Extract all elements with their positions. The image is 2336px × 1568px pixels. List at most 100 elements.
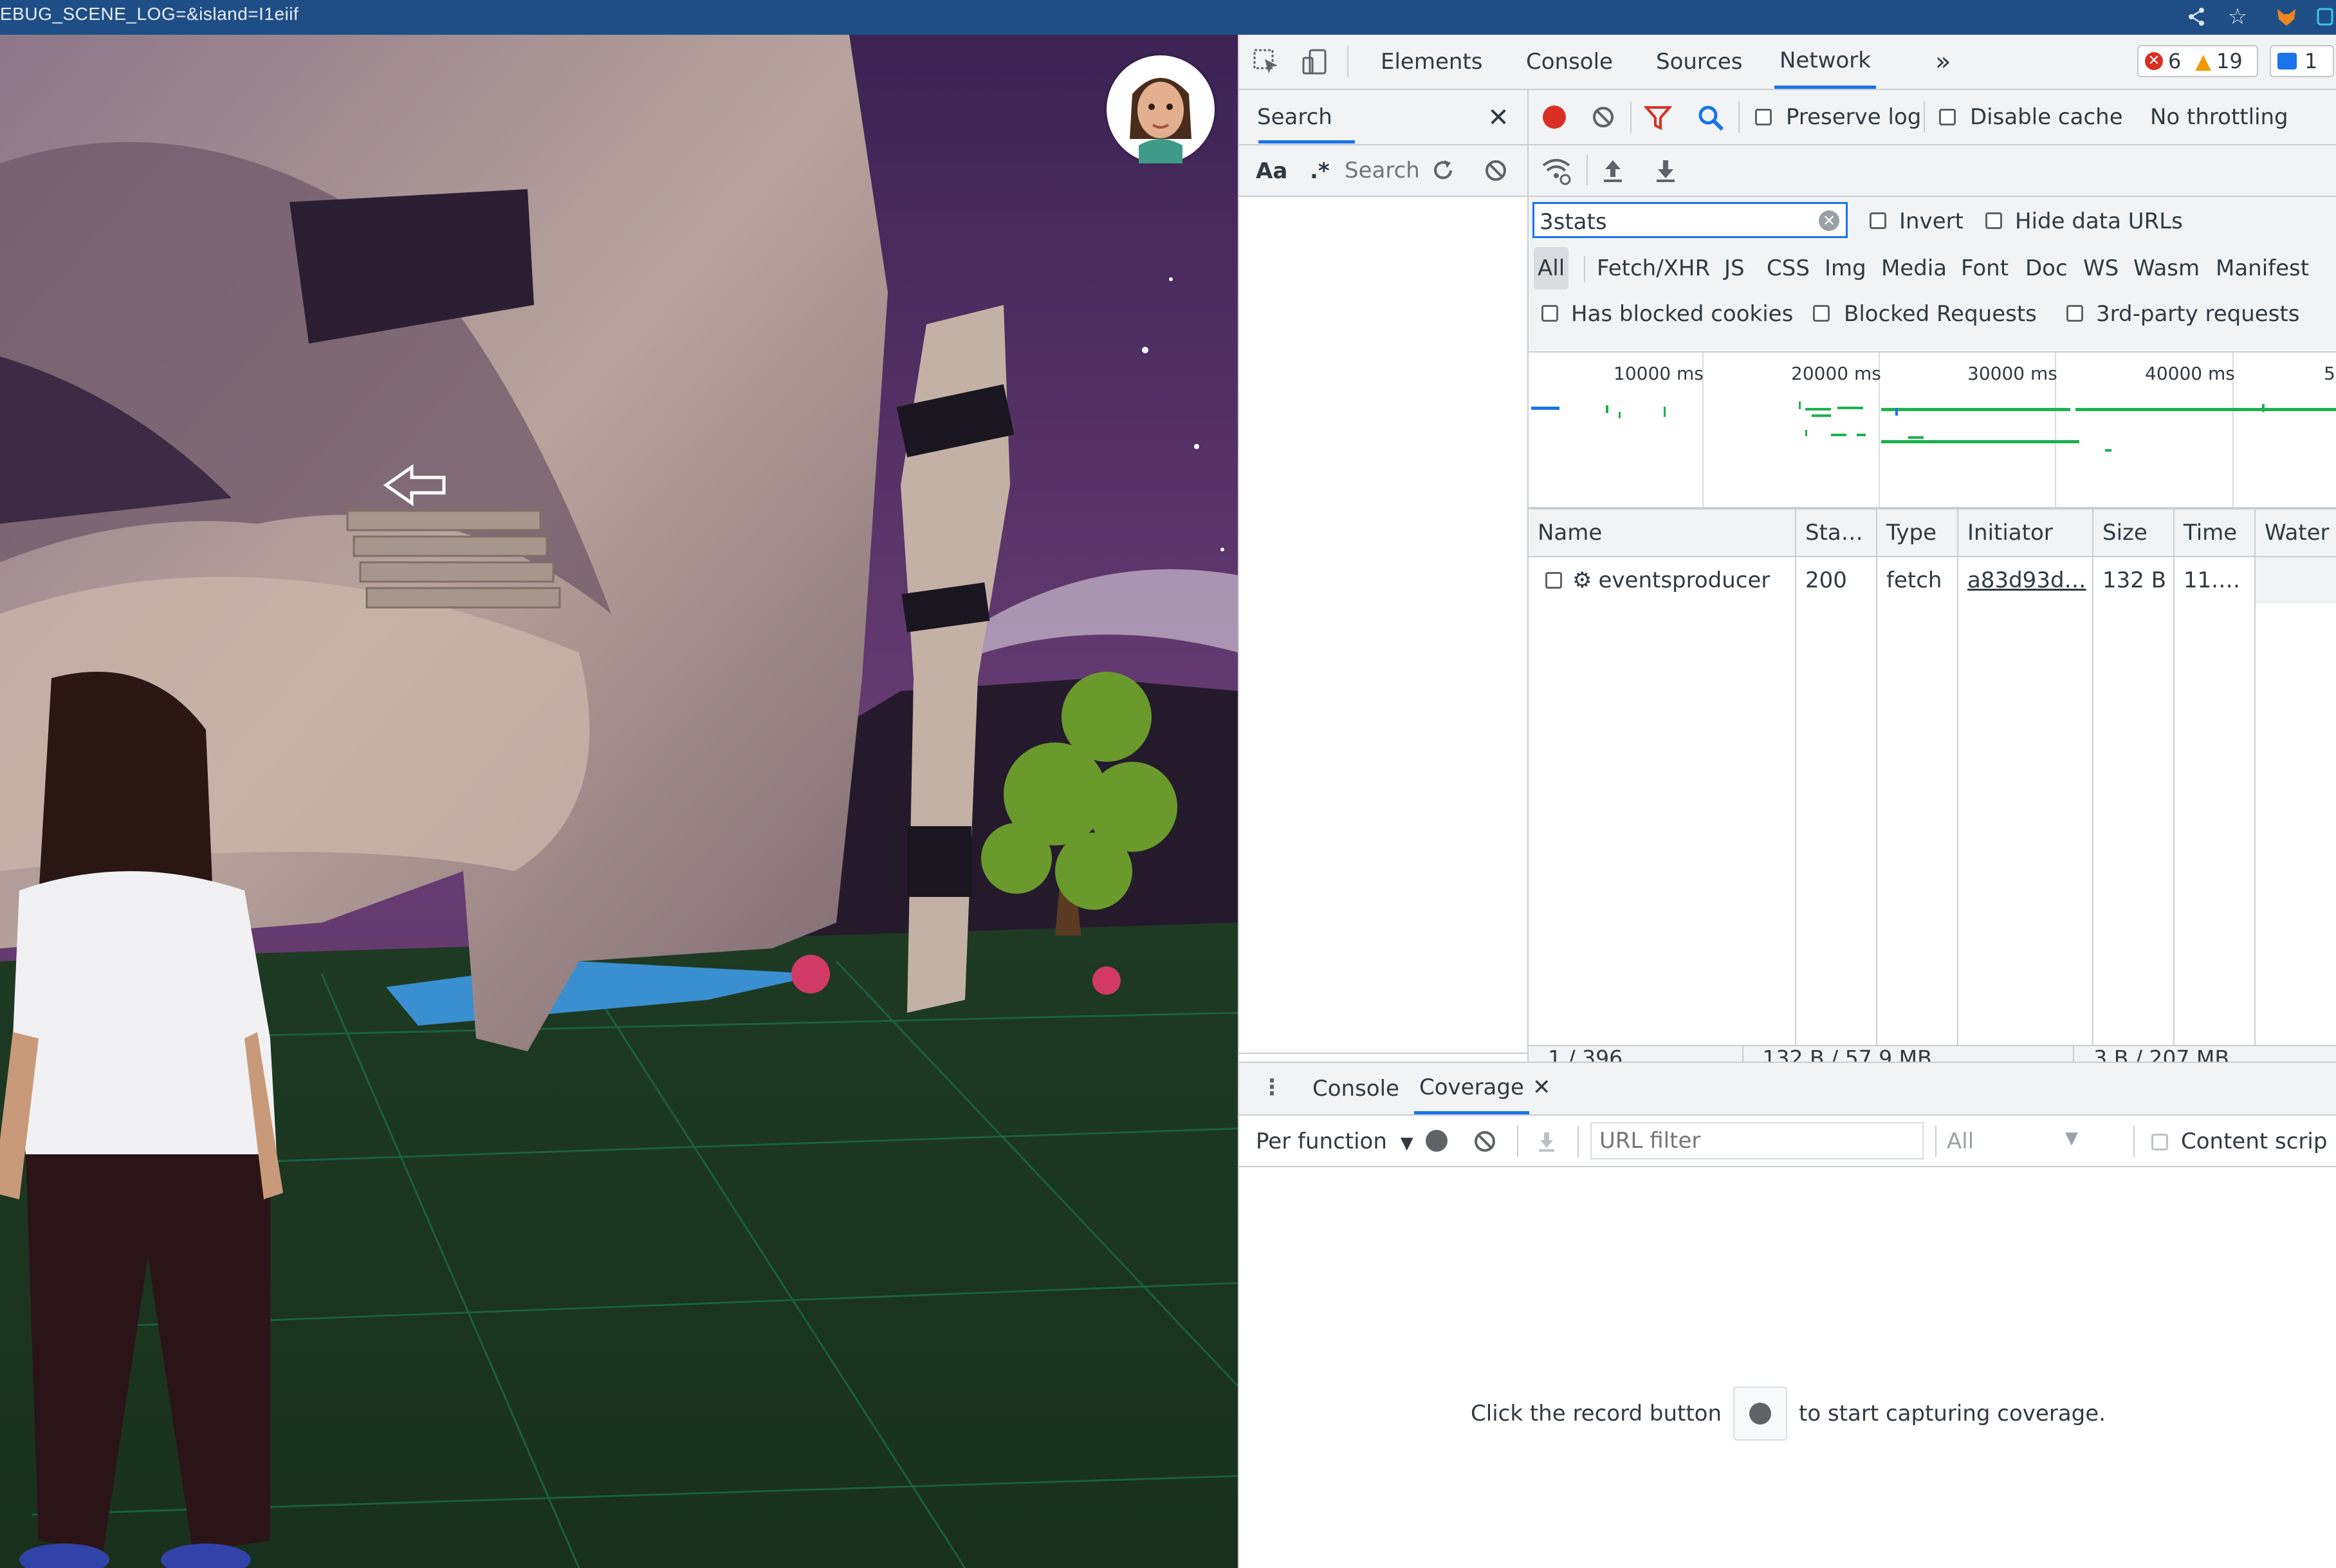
network-conditions-icon[interactable] [1539, 153, 1574, 188]
request-type: fetch [1877, 557, 1958, 604]
device-toolbar-icon[interactable] [1297, 44, 1333, 80]
refresh-icon[interactable] [1427, 154, 1459, 187]
filter-input[interactable]: 3stats [1540, 209, 1607, 235]
invert-checkbox[interactable] [1870, 212, 1886, 229]
type-filter-manifest[interactable]: Manifest [2212, 247, 2313, 290]
drawer-menu-icon[interactable]: ⋮ [1261, 1075, 1283, 1100]
record-icon[interactable] [1543, 106, 1566, 129]
avatar-face-icon [1130, 78, 1191, 163]
close-coverage-icon[interactable]: ✕ [1532, 1075, 1551, 1100]
record-circle-icon [1749, 1403, 1772, 1425]
game-scene [0, 35, 1238, 1568]
column-header-size[interactable]: Size [2093, 510, 2175, 556]
error-icon: ✕ [2145, 52, 2163, 70]
type-divider [1584, 256, 1585, 282]
column-header-name[interactable]: Name [1529, 510, 1796, 556]
type-filter-doc[interactable]: Doc [2021, 247, 2072, 290]
type-select[interactable]: All ▼ [1947, 1129, 2078, 1154]
type-filter-ws[interactable]: WS [2079, 247, 2122, 290]
request-initiator-link[interactable]: a83d93d… [1958, 557, 2093, 604]
preserve-log-checkbox[interactable] [1755, 109, 1772, 125]
extension-icon[interactable] [2313, 3, 2336, 31]
request-name-cell[interactable]: ⚙ eventsproducer [1529, 557, 1796, 604]
search-panel-bottom-border [1239, 1053, 1527, 1054]
record-coverage-icon[interactable] [1426, 1130, 1448, 1152]
search-panel-title: Search [1257, 104, 1332, 130]
filter-input-box[interactable]: 3stats ✕ [1532, 202, 1848, 238]
column-header-status[interactable]: Sta… [1796, 510, 1877, 556]
empty-message-end: to start capturing coverage. [1799, 1401, 2106, 1426]
profile-avatar[interactable] [1107, 55, 1215, 163]
search-icon[interactable] [1695, 102, 1727, 134]
toolbar-divider [1630, 102, 1632, 133]
content-scripts-checkbox[interactable] [2151, 1134, 2168, 1150]
type-filter-all[interactable]: All [1534, 247, 1569, 290]
column-header-initiator[interactable]: Initiator [1958, 510, 2093, 556]
timeline-overview[interactable]: 10000 ms 20000 ms 30000 ms 40000 ms 5 [1529, 353, 2336, 510]
type-filter-css[interactable]: CSS [1763, 247, 1814, 290]
toolbar-divider [1738, 102, 1740, 133]
fox-extension-icon[interactable] [2272, 3, 2301, 31]
type-filter-font[interactable]: Font [1957, 247, 2012, 290]
third-party-checkbox[interactable] [2066, 305, 2083, 322]
more-tabs-icon[interactable]: » [1930, 35, 1956, 89]
filter-icon[interactable] [1642, 102, 1674, 134]
network-toolbar-secondary [1529, 145, 2336, 197]
share-icon[interactable] [2182, 3, 2211, 31]
per-function-select[interactable]: Per function ▼ [1256, 1129, 1413, 1154]
disable-cache-checkbox[interactable] [1939, 109, 1956, 125]
drawer-tab-coverage[interactable]: Coverage [1414, 1063, 1529, 1114]
coverage-empty-state: Click the record button to start capturi… [1239, 1385, 2336, 1443]
blocked-requests-checkbox[interactable] [1813, 305, 1830, 322]
import-har-icon[interactable] [1596, 153, 1630, 188]
search-tab-indicator [1258, 140, 1355, 143]
request-waterfall [2256, 557, 2336, 604]
column-header-type[interactable]: Type [1877, 510, 1958, 556]
export-coverage-icon[interactable] [1532, 1127, 1561, 1156]
issues-badge[interactable]: ✕ 6 ▲ 19 [2137, 45, 2258, 77]
clear-search-icon[interactable] [1480, 154, 1512, 187]
clear-filter-icon[interactable]: ✕ [1819, 210, 1839, 231]
messages-badge[interactable]: 1 [2270, 45, 2334, 77]
type-filter-media[interactable]: Media [1877, 247, 1951, 290]
toolbar-divider [1935, 1126, 1936, 1157]
close-icon[interactable]: ✕ [1482, 102, 1514, 134]
type-filter-wasm[interactable]: Wasm [2129, 247, 2203, 290]
type-filter-fetch-xhr[interactable]: Fetch/XHR [1593, 247, 1714, 290]
toolbar-divider [2133, 1126, 2135, 1157]
inline-record-button[interactable] [1733, 1387, 1788, 1441]
star-icon[interactable]: ☆ [2223, 3, 2252, 31]
throttling-select[interactable]: No throttling [2150, 104, 2288, 130]
row-checkbox[interactable] [1545, 572, 1562, 589]
tab-elements[interactable]: Elements [1375, 35, 1487, 89]
clear-log-icon[interactable] [1589, 103, 1617, 131]
hide-data-urls-checkbox[interactable] [1985, 212, 2002, 229]
type-filter-js[interactable]: JS [1720, 247, 1749, 290]
column-header-time[interactable]: Time [2175, 510, 2256, 556]
search-input[interactable] [1343, 154, 1422, 187]
column-header-waterfall[interactable]: Water [2256, 510, 2336, 556]
hide-data-urls-label: Hide data URLs [2015, 208, 2183, 234]
blocked-requests-label: Blocked Requests [1844, 301, 2037, 327]
drawer-panel: ⋮ Console Coverage ✕ Per function ▼ All [1239, 1062, 2336, 1568]
match-case-toggle[interactable]: Aa [1256, 158, 1287, 184]
tab-network[interactable]: Network [1774, 35, 1876, 89]
warning-icon: ▲ [2195, 49, 2211, 73]
type-filter-img[interactable]: Img [1821, 247, 1870, 290]
invert-label: Invert [1899, 208, 1964, 234]
has-blocked-cookies-checkbox[interactable] [1541, 305, 1558, 322]
game-viewport[interactable] [0, 35, 1238, 1568]
drawer-tab-console[interactable]: Console [1307, 1063, 1404, 1114]
empty-message-start: Click the record button [1471, 1401, 1722, 1426]
inspect-element-icon[interactable] [1248, 44, 1284, 80]
tab-sources[interactable]: Sources [1651, 35, 1748, 89]
tab-console[interactable]: Console [1521, 35, 1618, 89]
search-panel: Search ✕ Aa .* [1239, 90, 1529, 1062]
url-text[interactable]: EBUG_SCENE_LOG=&island=I1eiif [0, 4, 299, 24]
messages-count: 1 [2304, 49, 2318, 73]
request-time: 11.… [2175, 557, 2256, 604]
url-filter-input[interactable] [1590, 1122, 1924, 1159]
regex-toggle[interactable]: .* [1310, 158, 1330, 184]
export-har-icon[interactable] [1648, 153, 1683, 188]
clear-coverage-icon[interactable] [1471, 1127, 1499, 1156]
